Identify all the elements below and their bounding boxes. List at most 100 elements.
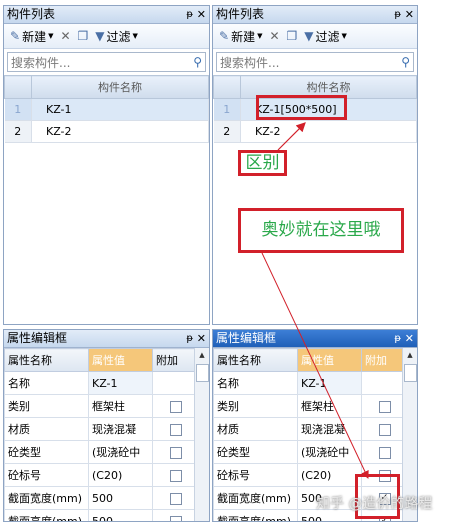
property-row[interactable]: 材质 现浇混凝 xyxy=(213,417,406,441)
filter-label: 过滤 xyxy=(106,29,131,44)
delete-button[interactable]: ✕ xyxy=(58,29,72,43)
new-button[interactable]: ✎ 新建 ▼ xyxy=(217,28,264,45)
new-icon: ✎ xyxy=(10,29,21,43)
property-name: 截面高度(mm) xyxy=(213,509,298,521)
row-index: 1 xyxy=(4,98,32,121)
property-name: 砼标号 xyxy=(4,463,89,487)
property-value[interactable]: 500 xyxy=(88,509,153,521)
copy-button[interactable]: ❐ xyxy=(285,29,300,43)
property-row[interactable]: 材质 现浇混凝 xyxy=(4,417,198,441)
property-value[interactable]: KZ-1 xyxy=(88,371,153,395)
property-row[interactable]: 类别 框架柱 xyxy=(4,394,198,418)
scroll-thumb[interactable] xyxy=(196,364,209,382)
property-value[interactable]: 现浇混凝 xyxy=(88,417,153,441)
filter-button[interactable]: ▼ 过滤 ▼ xyxy=(302,28,349,45)
pin-icon[interactable]: ᵽ xyxy=(186,6,193,23)
filter-button[interactable]: ▼ 过滤 ▼ xyxy=(93,28,140,45)
dropdown-arrow-icon: ▼ xyxy=(48,32,54,40)
search-placeholder: 搜索构件... xyxy=(11,55,71,70)
property-row[interactable]: 截面宽度(mm) 500 xyxy=(4,486,198,510)
close-icon[interactable]: ✕ xyxy=(405,6,414,23)
component-name[interactable]: KZ-1 xyxy=(31,98,209,121)
property-row[interactable]: 砼标号 (C20) xyxy=(4,463,198,487)
extra-checkbox[interactable] xyxy=(170,469,182,482)
right-list-titlebar: 构件列表 ᵽ ✕ xyxy=(213,6,417,24)
property-value[interactable]: (现浇砼中 xyxy=(297,440,362,464)
left-property-panel: 属性编辑框 ᵽ ✕ 属性名称 属性值 附加 名称 KZ-1 类别 框架柱 材质 现浇混… xyxy=(3,329,210,522)
property-row[interactable]: 砼类型 (现浇砼中 xyxy=(4,440,198,464)
difference-label: 区别 xyxy=(245,152,280,173)
pin-icon[interactable]: ᵽ xyxy=(186,330,193,347)
property-value[interactable]: KZ-1 xyxy=(297,371,362,395)
close-icon[interactable]: ✕ xyxy=(405,330,414,347)
search-icon[interactable]: ⚲ xyxy=(401,55,410,69)
property-name: 截面宽度(mm) xyxy=(213,486,298,510)
pin-icon[interactable]: ᵽ xyxy=(394,6,401,23)
left-list-toolbar: ✎ 新建 ▼ ✕ ❐ ▼ 过滤 ▼ xyxy=(4,24,209,49)
property-row[interactable]: 名称 KZ-1 xyxy=(4,371,198,395)
extra-checkbox[interactable] xyxy=(170,446,182,459)
new-label: 新建 xyxy=(22,29,47,44)
delete-button[interactable]: ✕ xyxy=(267,29,281,43)
scroll-up-arrow-icon[interactable]: ▲ xyxy=(195,348,209,362)
table-row[interactable]: 2 KZ-2 xyxy=(213,120,417,143)
left-component-list-panel: 构件列表 ᵽ ✕ ✎ 新建 ▼ ✕ ❐ ▼ 过滤 ▼ 搜索构件... ⚲ 构件名… xyxy=(3,5,210,325)
extra-checkbox[interactable] xyxy=(170,492,182,505)
extra-header: 附加 xyxy=(152,348,198,372)
row-index: 2 xyxy=(4,120,32,143)
table-row[interactable]: 1 KZ-1 xyxy=(4,98,209,121)
property-name: 砼类型 xyxy=(213,440,298,464)
copy-button[interactable]: ❐ xyxy=(76,29,91,43)
extra-checkbox[interactable] xyxy=(378,446,391,459)
search-icon[interactable]: ⚲ xyxy=(193,55,202,69)
right-list-title: 构件列表 xyxy=(216,7,265,21)
extra-checkbox[interactable] xyxy=(170,515,182,521)
extra-checkbox[interactable] xyxy=(170,423,182,436)
extra-cell xyxy=(152,371,198,395)
extra-cell xyxy=(152,463,198,487)
property-row[interactable]: 砼类型 (现浇砼中 xyxy=(213,440,406,464)
property-value[interactable]: 框架柱 xyxy=(88,394,153,418)
property-value[interactable]: (现浇砼中 xyxy=(88,440,153,464)
right-search-input[interactable]: 搜索构件... ⚲ xyxy=(216,52,414,72)
copy-icon: ❐ xyxy=(286,29,298,43)
property-name: 名称 xyxy=(213,371,298,395)
property-value[interactable]: 框架柱 xyxy=(297,394,362,418)
left-prop-title: 属性编辑框 xyxy=(7,331,68,345)
watermark-text: 知乎 @造价的路程 xyxy=(316,496,433,512)
left-prop-scrollbar[interactable]: ▲ xyxy=(194,348,209,521)
component-name-highlight-box xyxy=(256,95,347,120)
extra-cell xyxy=(152,486,198,510)
scroll-thumb[interactable] xyxy=(404,364,417,382)
filter-icon: ▼ xyxy=(304,29,314,43)
scroll-up-arrow-icon[interactable]: ▲ xyxy=(403,348,417,362)
property-row[interactable]: 类别 框架柱 xyxy=(213,394,406,418)
copy-icon: ❐ xyxy=(77,29,89,43)
property-row[interactable]: 截面高度(mm) 500 xyxy=(4,509,198,521)
table-row[interactable]: 2 KZ-2 xyxy=(4,120,209,143)
property-row[interactable]: 名称 KZ-1 xyxy=(213,371,406,395)
new-button[interactable]: ✎ 新建 ▼ xyxy=(8,28,55,45)
component-name[interactable]: KZ-2 xyxy=(240,120,417,143)
property-value[interactable]: (C20) xyxy=(297,463,362,487)
property-name: 砼标号 xyxy=(213,463,298,487)
property-name-header: 属性名称 xyxy=(4,348,89,372)
property-name: 类别 xyxy=(213,394,298,418)
component-name[interactable]: KZ-2 xyxy=(31,120,209,143)
extra-checkbox[interactable] xyxy=(378,400,391,413)
extra-checkbox[interactable] xyxy=(170,400,182,413)
left-search-input[interactable]: 搜索构件... ⚲ xyxy=(7,52,206,72)
delete-icon: ✕ xyxy=(269,29,280,43)
property-value[interactable]: (C20) xyxy=(88,463,153,487)
difference-callout: 区别 xyxy=(238,150,287,176)
extra-checkbox[interactable] xyxy=(378,423,391,436)
extra-cell xyxy=(361,417,406,441)
close-icon[interactable]: ✕ xyxy=(197,330,206,347)
property-value[interactable]: 500 xyxy=(88,486,153,510)
pin-icon[interactable]: ᵽ xyxy=(394,330,401,347)
property-value[interactable]: 现浇混凝 xyxy=(297,417,362,441)
close-icon[interactable]: ✕ xyxy=(197,6,206,23)
left-component-table: 构件名称 1 KZ-1 2 KZ-2 xyxy=(4,75,209,143)
index-header xyxy=(213,75,241,99)
property-value-header: 属性值 xyxy=(297,348,362,372)
